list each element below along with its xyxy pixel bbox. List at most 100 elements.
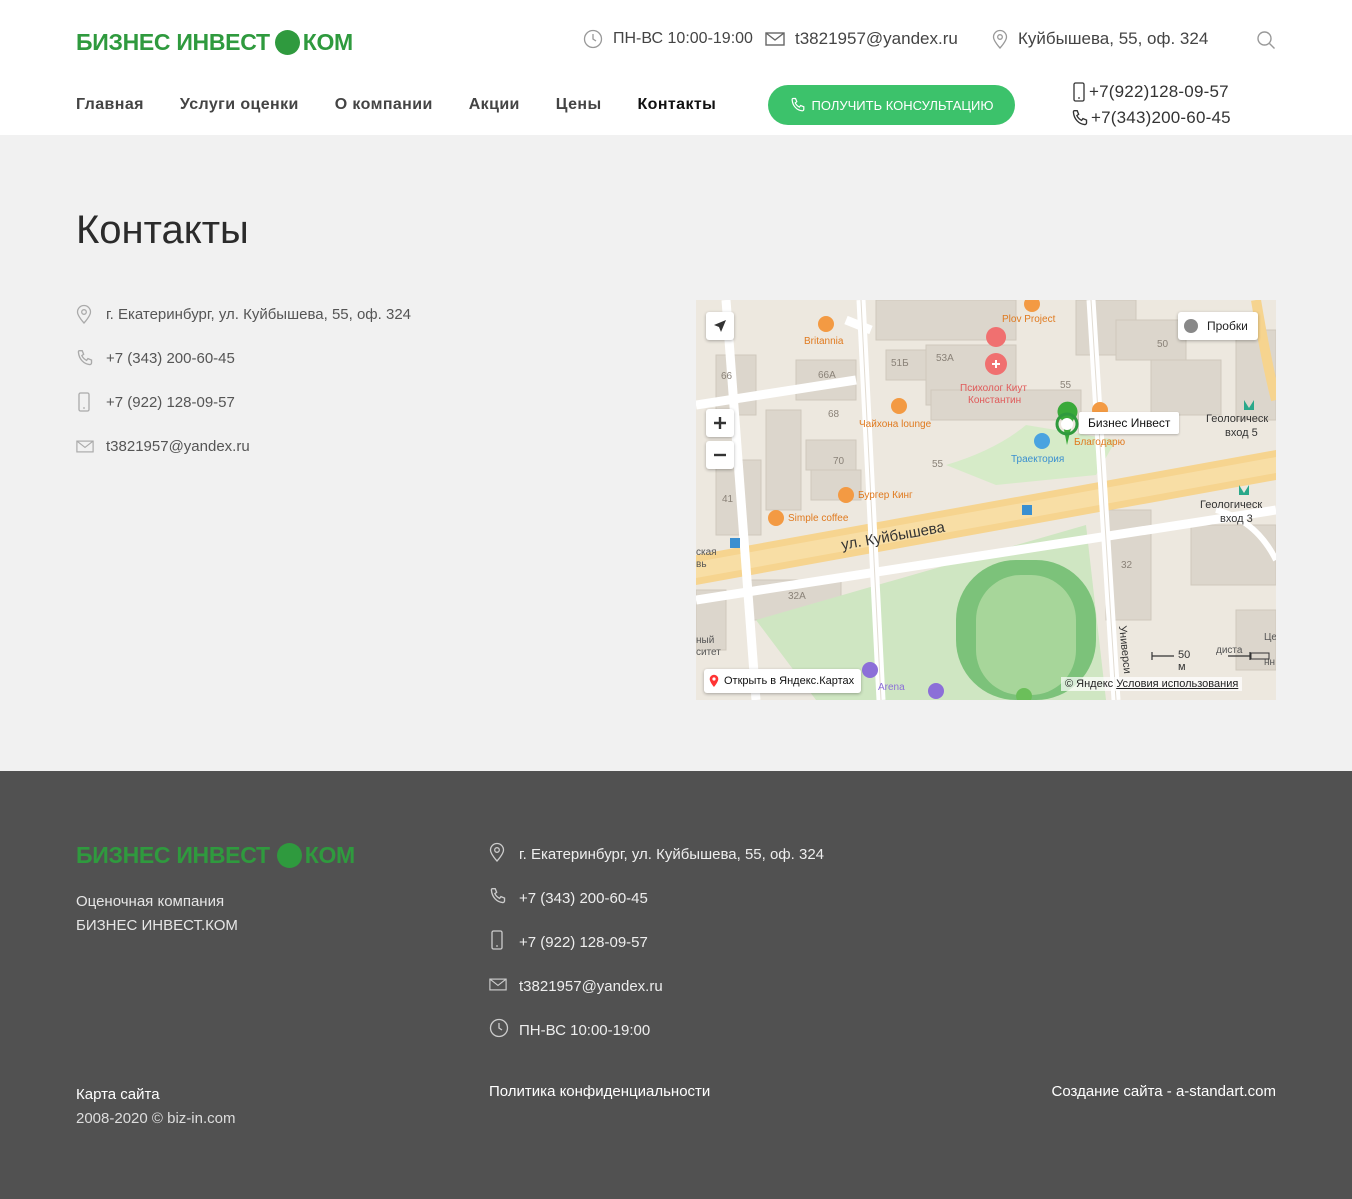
map-label: Геологическ [1200, 499, 1263, 511]
site-header: БИЗНЕС ИНВЕСТ КОМ ПН-ВС 10:00-19:00 t382… [0, 0, 1352, 135]
header-email-text: t3821957@yandex.ru [795, 29, 958, 48]
map-label: Константин [968, 395, 1022, 406]
footer-phone-office[interactable]: +7 (343) 200-60-45 [489, 886, 824, 910]
contact-address-text: г. Екатеринбург, ул. Куйбышева, 55, оф. … [106, 305, 412, 323]
map-label: Britannia [804, 336, 844, 347]
zoom-in-button[interactable] [706, 409, 734, 437]
footer-email-text: t3821957@yandex.ru [519, 977, 663, 995]
nav-item-home[interactable]: Главная [76, 95, 144, 115]
map-label: вь [696, 559, 707, 570]
location-pin-icon [992, 29, 1008, 49]
map-label: Це [1264, 632, 1276, 643]
map-label: 66А [818, 370, 836, 381]
map-label: Arena [878, 682, 905, 693]
logo-dot-icon [276, 843, 302, 868]
mail-icon [489, 978, 507, 990]
nav-item-about[interactable]: О компании [335, 95, 433, 115]
map-label: Психолог Киут [960, 383, 1027, 394]
footer-desc-line2: БИЗНЕС ИНВЕСТ.КОМ [76, 917, 238, 934]
nav-item-prices[interactable]: Цены [556, 95, 602, 115]
logo-text-left: БИЗНЕС ИНВЕСТ [76, 28, 270, 55]
header-phone-office[interactable]: +7(343)200-60-45 [1071, 108, 1231, 128]
search-icon[interactable] [1256, 30, 1276, 50]
mobile-phone-icon [1073, 82, 1085, 102]
map-label: 66 [721, 371, 733, 382]
footer-email[interactable]: t3821957@yandex.ru [489, 974, 824, 998]
footer-bottom-left: Карта сайта 2008-2020 © biz-in.com [76, 1083, 235, 1131]
phone-icon [1072, 110, 1088, 126]
phone-icon [791, 97, 804, 112]
footer-description: Оценочная компания БИЗНЕС ИНВЕСТ.КОМ [76, 890, 238, 938]
footer-logo[interactable]: БИЗНЕС ИНВЕСТ КОМ [76, 842, 355, 869]
map-marker-icon [709, 674, 719, 687]
get-consultation-button[interactable]: ПОЛУЧИТЬ КОНСУЛЬТАЦИЮ [768, 85, 1015, 125]
page-title: Контакты [76, 208, 249, 252]
header-email[interactable]: t3821957@yandex.ru [765, 27, 958, 51]
geolocation-button[interactable] [706, 312, 734, 340]
footer-logo-text-left: БИЗНЕС ИНВЕСТ [76, 842, 270, 868]
main-nav: Главная Услуги оценки О компании Акции Ц… [76, 95, 752, 115]
footer-address: г. Екатеринбург, ул. Куйбышева, 55, оф. … [489, 842, 824, 866]
contact-phone-mobile-text: +7 (922) 128-09-57 [106, 393, 235, 411]
mail-icon [765, 32, 785, 46]
map-terms-link[interactable]: Условия использования [1116, 678, 1238, 690]
map-label: 51Б [891, 358, 909, 369]
map-background [696, 300, 1276, 700]
phone-icon [490, 888, 506, 904]
site-logo[interactable]: БИЗНЕС ИНВЕСТ КОМ [76, 28, 353, 56]
map-label: 55 [1060, 380, 1072, 391]
privacy-policy-link[interactable]: Политика конфиденциальности [489, 1083, 710, 1100]
yandex-map[interactable]: Plov Project Britannia 66 66А 51Б 53А Пс… [696, 300, 1276, 700]
clock-icon [489, 1018, 509, 1038]
map-label: 68 [828, 409, 840, 420]
scale-bar-icon [1151, 652, 1270, 660]
contact-email[interactable]: t3821957@yandex.ru [76, 434, 411, 458]
footer-logo-text-right: КОМ [304, 842, 355, 868]
site-footer: БИЗНЕС ИНВЕСТ КОМ Оценочная компания БИЗ… [0, 771, 1352, 1199]
map-copyright: © Яндекс Условия использования [1061, 677, 1243, 691]
header-phone-mobile-text: +7(922)128-09-57 [1089, 82, 1229, 101]
map-label: Чайхона lounge [859, 419, 932, 430]
mail-icon [76, 440, 94, 452]
map-label: ская [696, 547, 717, 558]
nav-item-contacts[interactable]: Контакты [638, 95, 717, 115]
footer-hours: ПН-ВС 10:00-19:00 [489, 1018, 824, 1042]
footer-copyright: 2008-2020 © biz-in.com [76, 1110, 236, 1127]
footer-desc-line1: Оценочная компания [76, 893, 225, 910]
logo-dot-icon [274, 29, 300, 55]
map-label: 70 [833, 456, 845, 467]
logo-text-right: КОМ [302, 28, 353, 55]
plus-icon [714, 417, 726, 429]
map-pin-label[interactable]: Бизнес Инвест [1079, 412, 1180, 434]
footer-contacts: г. Екатеринбург, ул. Куйбышева, 55, оф. … [489, 842, 824, 1062]
footer-bottom-middle: Политика конфиденциальности [489, 1083, 710, 1100]
header-phone-mobile[interactable]: +7(922)128-09-57 [1071, 82, 1229, 102]
contact-phone-office[interactable]: +7 (343) 200-60-45 [76, 346, 411, 370]
site-creator-link[interactable]: Создание сайта - a-standart.com [1052, 1083, 1276, 1100]
traffic-button[interactable]: Пробки [1178, 312, 1258, 340]
traffic-light-icon [1184, 319, 1198, 333]
contact-list: г. Екатеринбург, ул. Куйбышева, 55, оф. … [76, 302, 411, 478]
navigation-arrow-icon [714, 320, 726, 332]
mobile-phone-icon [78, 392, 90, 412]
footer-bottom-right: Создание сайта - a-standart.com [1052, 1083, 1276, 1100]
map-label: Plov Project [1002, 314, 1056, 325]
map-label: 32 [1121, 560, 1133, 571]
map-label: ситет [696, 647, 721, 658]
minus-icon [714, 453, 726, 457]
contact-address: г. Екатеринбург, ул. Куйбышева, 55, оф. … [76, 302, 411, 326]
footer-phone-office-text: +7 (343) 200-60-45 [519, 889, 648, 907]
phone-icon [77, 350, 93, 366]
nav-item-services[interactable]: Услуги оценки [180, 95, 299, 115]
zoom-out-button[interactable] [706, 441, 734, 469]
sitemap-link[interactable]: Карта сайта [76, 1086, 160, 1103]
contact-phone-mobile[interactable]: +7 (922) 128-09-57 [76, 390, 411, 414]
nav-item-promotions[interactable]: Акции [469, 95, 520, 115]
footer-phone-mobile[interactable]: +7 (922) 128-09-57 [489, 930, 824, 954]
open-in-yandex-maps-button[interactable]: Открыть в Яндекс.Картах [704, 669, 862, 693]
map-label: 50 [1157, 339, 1169, 350]
header-hours-text: ПН-ВС 10:00-19:00 [613, 30, 753, 47]
map-copyright-text: © Яндекс [1065, 678, 1114, 690]
open-in-yandex-label: Открыть в Яндекс.Картах [724, 675, 855, 687]
location-pin-icon [489, 842, 505, 862]
